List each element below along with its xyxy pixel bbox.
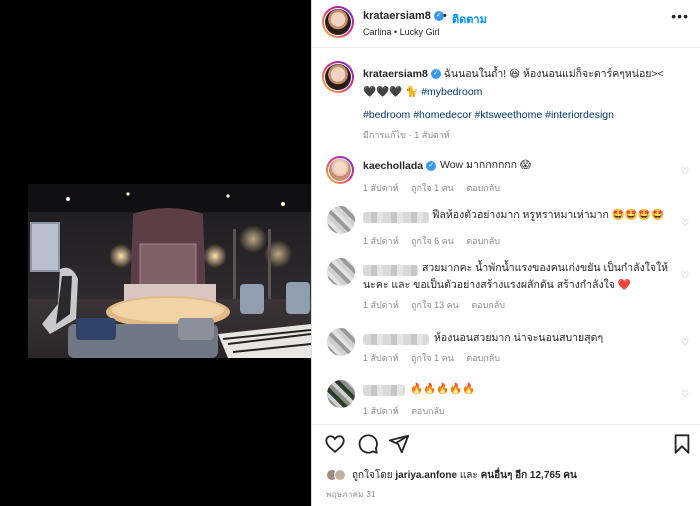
comment-reply-button[interactable]: ตอบกลับ <box>466 353 500 363</box>
post-photo-bedroom[interactable] <box>28 184 311 358</box>
verified-badge-icon: ✓ <box>426 161 437 172</box>
comment-time: 1 สัปดาห์ <box>363 406 399 416</box>
author-avatar[interactable] <box>322 6 354 38</box>
separator-dot: • <box>443 10 447 22</box>
comment-avatar[interactable] <box>326 156 354 184</box>
comment-avatar[interactable] <box>327 328 355 356</box>
comment-time: 1 สัปดาห์ <box>363 183 399 193</box>
post-audio-info[interactable]: Carlina • Lucky Girl <box>363 27 440 37</box>
comment-username[interactable] <box>363 385 405 396</box>
hashtag-mybedroom[interactable]: #mybedroom <box>421 86 482 98</box>
comment-text-line2: นะคะ และ ขอเป็นตัวอย่างสร้างแรงผลักดัน ส… <box>363 279 631 291</box>
comment-username[interactable] <box>363 334 429 345</box>
comment-avatar[interactable] <box>327 258 355 286</box>
caption-hashtags[interactable]: #bedroom #homedecor #ktsweethome #interi… <box>363 109 614 121</box>
comment-likes-count[interactable]: ถูกใจ 6 คน <box>411 236 454 246</box>
caption-username[interactable]: krataersiam8 <box>363 68 428 80</box>
caption-edited-time: มีการแก้ไข · 1 สัปดาห์ <box>363 130 450 140</box>
comment-like-heart-icon[interactable]: ♡ <box>681 166 690 176</box>
comment-avatar[interactable] <box>327 206 355 234</box>
likes-prefix: ถูกใจโดย <box>352 470 393 481</box>
post-actions-bar <box>312 424 700 464</box>
comment-time: 1 สัปดาห์ <box>363 300 399 310</box>
comment-time: 1 สัปดาห์ <box>363 236 399 246</box>
comment-reply-button[interactable]: ตอบกลับ <box>471 300 505 310</box>
comment-like-heart-icon[interactable]: ♡ <box>681 270 690 280</box>
comment-reply-button[interactable]: ตอบกลับ <box>411 406 445 416</box>
likes-summary: ถูกใจโดย jariya.anfone และ คนอื่นๆ อีก 1… <box>352 468 577 483</box>
comment-reply-button[interactable]: ตอบกลับ <box>466 183 500 193</box>
comment-like-heart-icon[interactable]: ♡ <box>681 389 690 399</box>
comment-text: 🔥🔥🔥🔥🔥 <box>410 383 476 395</box>
post-details-panel: krataersiam8 ✓ • ติดตาม Carlina • Lucky G… <box>311 0 700 506</box>
follow-button[interactable]: ติดตาม <box>452 10 487 28</box>
caption-line2: 🖤🖤🖤 🐈 <box>363 86 419 98</box>
comment-meta: 1 สัปดาห์ ถูกใจ 13 คน ตอบกลับ <box>363 298 515 312</box>
comment-likes-count[interactable]: ถูกใจ 13 คน <box>411 300 459 310</box>
liker-username[interactable]: jariya.anfone <box>395 470 457 481</box>
caption-author-avatar[interactable] <box>322 61 354 93</box>
more-options-icon[interactable]: ••• <box>671 8 689 24</box>
caption-text: krataersiam8 ✓ ฉันนอนในถ้ำ! 😆 ห้องนอนแม่ก… <box>363 65 683 101</box>
comment-meta: 1 สัปดาห์ ถูกใจ 6 คน ตอบกลับ <box>363 234 510 248</box>
liker-avatar[interactable] <box>334 469 346 481</box>
comment-meta: 1 สัปดาห์ ตอบกลับ <box>363 404 455 418</box>
instagram-post-viewer: krataersiam8 ✓ • ติดตาม Carlina • Lucky G… <box>0 0 700 506</box>
comment-text-line1: สวยมากคะ น้ำพักน้ำแรงของคนเก่งขยัน เป็นก… <box>422 262 669 274</box>
comment-icon[interactable] <box>357 433 379 455</box>
verified-badge-icon: ✓ <box>430 69 441 80</box>
likes-others-link[interactable]: คนอื่นๆ อีก 12,765 คน <box>481 470 577 481</box>
comment-text: ฟีลห้องตัวอย่างมาก หรูหราหมาเห่ามาก 🤩🤩🤩🤩 <box>432 209 665 221</box>
heart-icon[interactable] <box>324 433 346 455</box>
comment-text: ห้องนอนสวยมาก น่าจะนอนสบายสุดๆ <box>434 332 604 344</box>
post-media-area <box>0 0 311 506</box>
comment-username[interactable] <box>363 265 418 276</box>
comment-like-heart-icon[interactable]: ♡ <box>681 218 690 228</box>
comment-avatar[interactable] <box>327 380 355 408</box>
comment-time: 1 สัปดาห์ <box>363 353 399 363</box>
comment-username[interactable] <box>363 212 429 223</box>
comment-username[interactable]: kaechollada ✓ <box>363 160 437 172</box>
post-date[interactable]: พฤษภาคม 31 <box>326 488 376 501</box>
comment-reply-button[interactable]: ตอบกลับ <box>466 236 500 246</box>
comment-meta: 1 สัปดาห์ ถูกใจ 1 คน ตอบกลับ <box>363 351 510 365</box>
comment-like-heart-icon[interactable]: ♡ <box>681 337 690 347</box>
comment-meta: 1 สัปดาห์ ถูกใจ 1 คน ตอบกลับ <box>363 181 510 195</box>
comment-text: Wow มากกกกกก 😱 <box>440 159 531 171</box>
bookmark-icon[interactable] <box>671 433 693 455</box>
author-username[interactable]: krataersiam8 ✓ <box>363 10 444 22</box>
post-header: krataersiam8 ✓ • ติดตาม Carlina • Lucky G… <box>312 0 700 48</box>
likes-middle: และ <box>459 470 478 481</box>
caption-line1: ฉันนอนในถ้ำ! 😆 ห้องนอนแม่ก็จะดาร์คๆหน่อย… <box>443 68 664 80</box>
comment-likes-count[interactable]: ถูกใจ 1 คน <box>411 353 454 363</box>
share-icon[interactable] <box>388 433 410 455</box>
comment-likes-count[interactable]: ถูกใจ 1 คน <box>411 183 454 193</box>
